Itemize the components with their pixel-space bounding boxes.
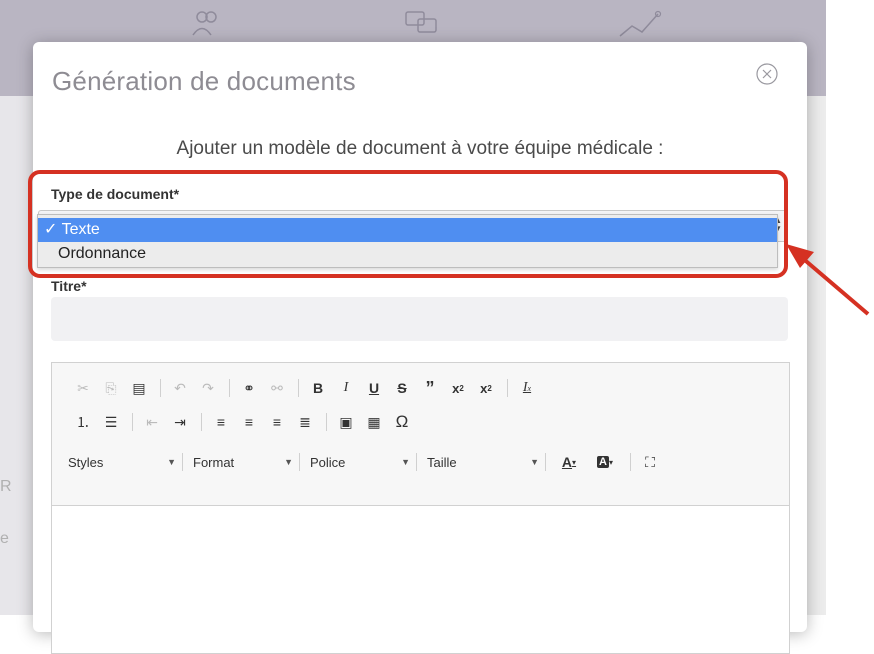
toolbar-row: ✂ ⎘ ▤ ↶ ↷ ⚭ ⚯ B I U S ” x2 x2 Ix: [70, 375, 542, 401]
blockquote-icon[interactable]: ”: [417, 376, 443, 400]
toolbar-separator: [201, 413, 202, 431]
remove-format-icon[interactable]: Ix: [514, 376, 540, 400]
patients-icon[interactable]: [192, 10, 222, 41]
align-center-icon[interactable]: ≡: [236, 410, 262, 434]
titre-input[interactable]: [51, 297, 788, 341]
dropdown-option-texte[interactable]: ✓ Texte: [38, 218, 777, 242]
toolbar-separator: [299, 453, 300, 471]
toolbar-separator: [326, 413, 327, 431]
annotation-arrow-icon: [786, 244, 870, 316]
messages-icon[interactable]: [404, 10, 440, 41]
toolbar-separator: [298, 379, 299, 397]
strikethrough-icon[interactable]: S: [389, 376, 415, 400]
format-label: Format: [193, 454, 235, 470]
styles-label: Styles: [68, 454, 104, 470]
text-color-icon[interactable]: A ▾: [552, 450, 586, 474]
background-text: e: [0, 530, 9, 547]
maximize-icon[interactable]: ⛶: [637, 450, 663, 474]
size-combo[interactable]: Taille ▼: [423, 450, 539, 474]
justify-icon[interactable]: ≣: [292, 410, 318, 434]
redo-icon[interactable]: ↷: [195, 376, 221, 400]
toolbar-separator: [160, 379, 161, 397]
superscript-icon[interactable]: x2: [473, 376, 499, 400]
bold-icon[interactable]: B: [305, 376, 331, 400]
document-generation-modal: Génération de documents Ajouter un modèl…: [28, 42, 807, 654]
toolbar-separator: [630, 453, 631, 471]
toolbar-separator: [507, 379, 508, 397]
toolbar-row: ⒈ ☰ ⇤ ⇥ ≡ ≡ ≡ ≣ ▣ ▦ Ω: [70, 409, 417, 435]
underline-icon[interactable]: U: [361, 376, 387, 400]
doc-type-label: Type de document*: [51, 186, 180, 202]
toolbar-separator: [545, 453, 546, 471]
align-right-icon[interactable]: ≡: [264, 410, 290, 434]
toolbar-separator: [132, 413, 133, 431]
table-icon[interactable]: ▦: [361, 410, 387, 434]
unlink-icon[interactable]: ⚯: [264, 376, 290, 400]
copy-icon[interactable]: ⎘: [98, 376, 124, 400]
dropdown-option-ordonnance[interactable]: Ordonnance: [38, 242, 777, 266]
link-icon[interactable]: ⚭: [236, 376, 262, 400]
subscript-icon[interactable]: x2: [445, 376, 471, 400]
toolbar-separator: [182, 453, 183, 471]
chevron-down-icon: ▼: [284, 457, 293, 467]
special-char-icon[interactable]: Ω: [389, 410, 415, 434]
toolbar-separator: [416, 453, 417, 471]
toolbar-row: Styles ▼ Format ▼ Police ▼ Taille ▼ A ▾ …: [62, 449, 772, 475]
paste-icon[interactable]: ▤: [126, 376, 152, 400]
align-left-icon[interactable]: ≡: [208, 410, 234, 434]
titre-label: Titre*: [51, 278, 87, 294]
outdent-icon[interactable]: ⇤: [139, 410, 165, 434]
modal-title: Génération de documents: [52, 66, 356, 96]
format-combo[interactable]: Format ▼: [189, 450, 293, 474]
font-combo[interactable]: Police ▼: [306, 450, 410, 474]
chevron-down-icon: ▼: [401, 457, 410, 467]
editor-toolbar: ✂ ⎘ ▤ ↶ ↷ ⚭ ⚯ B I U S ” x2 x2 Ix ⒈ ☰ ⇤ ⇥…: [52, 363, 789, 506]
indent-icon[interactable]: ⇥: [167, 410, 193, 434]
rich-text-editor: ✂ ⎘ ▤ ↶ ↷ ⚭ ⚯ B I U S ” x2 x2 Ix ⒈ ☰ ⇤ ⇥…: [51, 362, 790, 654]
undo-icon[interactable]: ↶: [167, 376, 193, 400]
background-color-icon[interactable]: A ▾: [588, 450, 622, 474]
police-label: Police: [310, 454, 346, 470]
italic-icon[interactable]: I: [333, 376, 359, 400]
cut-icon[interactable]: ✂: [70, 376, 96, 400]
chevron-down-icon: ▼: [167, 457, 176, 467]
close-icon[interactable]: [755, 62, 779, 86]
bulleted-list-icon[interactable]: ☰: [98, 410, 124, 434]
chevron-down-icon: ▼: [530, 457, 539, 467]
modal-subtitle: Ajouter un modèle de document à votre éq…: [176, 138, 664, 159]
numbered-list-icon[interactable]: ⒈: [70, 410, 96, 434]
background-text: R: [0, 478, 12, 495]
styles-combo[interactable]: Styles ▼: [62, 450, 176, 474]
taille-label: Taille: [427, 454, 457, 470]
toolbar-separator: [229, 379, 230, 397]
doc-type-dropdown: ✓ Texte Ordonnance: [37, 214, 778, 268]
image-icon[interactable]: ▣: [333, 410, 359, 434]
statistics-icon[interactable]: [618, 10, 662, 43]
